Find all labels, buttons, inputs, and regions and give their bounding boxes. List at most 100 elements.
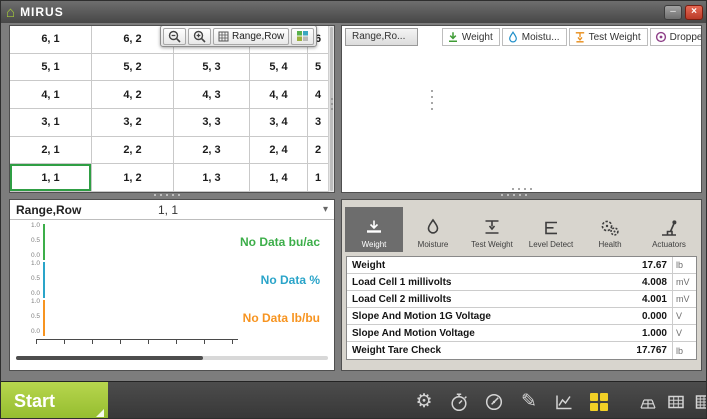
zoom-in-icon	[193, 30, 206, 43]
test-weight-layer-button[interactable]: Test Weight	[569, 28, 648, 46]
reading-label: Load Cell 2 millivolts	[347, 294, 642, 305]
y-axis	[43, 262, 45, 298]
left-splitter-grip[interactable]	[154, 194, 180, 196]
moisture-mini-chart: 1.00.50.0 No Data %	[10, 261, 334, 299]
grid-cell[interactable]: 6, 1	[10, 26, 92, 54]
chevron-down-icon[interactable]: ▾	[323, 204, 328, 215]
tab-level-detect[interactable]: Level Detect	[522, 207, 580, 252]
grid-cell[interactable]: 3, 3	[174, 109, 250, 137]
y-axis-ticks: 1.00.50.0	[20, 299, 40, 335]
tab-test-weight[interactable]: Test Weight	[463, 207, 521, 252]
health-gears-icon	[599, 218, 621, 238]
grid-cell[interactable]: 2, 4	[250, 137, 308, 165]
compass-icon	[484, 392, 504, 412]
tab-weight[interactable]: Weight	[345, 207, 403, 252]
grid-cell-partial[interactable]: 2	[308, 137, 328, 165]
edit-button[interactable]: ✎	[518, 389, 540, 415]
grid-cell[interactable]: 4, 2	[92, 81, 174, 109]
grid-cell[interactable]: 3, 1	[10, 109, 92, 137]
weight-layer-label: Weight	[462, 32, 493, 43]
table-row: Weight Tare Check 17.767 lb	[347, 342, 696, 359]
start-button[interactable]: Start	[1, 382, 108, 419]
stopwatch-icon	[449, 391, 469, 413]
chart-horizontal-scrollbar[interactable]	[16, 356, 328, 360]
grid-cell[interactable]: 1, 2	[92, 164, 174, 192]
test-weight-layer-label: Test Weight	[589, 32, 641, 43]
map-layer-button[interactable]	[291, 28, 314, 45]
dropped-layer-button[interactable]: Dropped	[650, 28, 702, 46]
map-splitter-grip[interactable]	[431, 90, 433, 110]
grid-cell[interactable]: 2, 3	[174, 137, 250, 165]
dense-grid-icon	[694, 392, 707, 412]
grid-cell-partial[interactable]: 1	[308, 164, 328, 192]
table-row: Slope And Motion Voltage 1.000 V	[347, 325, 696, 342]
tab-health[interactable]: Health	[581, 207, 639, 252]
scrollbar-grip[interactable]	[330, 98, 334, 110]
mirus-window: ⌂ MIRUS – × 6, 1 6, 2 6 5, 1 5, 2 5, 3 5…	[0, 0, 707, 419]
grid-cell[interactable]: 2, 2	[92, 137, 174, 165]
grid-cell[interactable]: 3, 2	[92, 109, 174, 137]
tab-actuators[interactable]: Actuators	[640, 207, 698, 252]
home-icon: ⌂	[6, 5, 15, 20]
minimize-button[interactable]: –	[664, 5, 682, 20]
chart-button[interactable]	[553, 389, 575, 415]
grid-row: 4, 1 4, 2 4, 3 4, 4 4	[10, 81, 328, 109]
weight-download-icon	[363, 218, 385, 238]
pencil-icon: ✎	[521, 392, 537, 411]
toolbar-icons: ⚙ ✎	[413, 382, 707, 419]
grid-cell[interactable]: 2, 1	[10, 137, 92, 165]
zoom-out-button[interactable]	[163, 28, 186, 45]
grid-cell-partial[interactable]: 4	[308, 81, 328, 109]
grid-cell[interactable]: 4, 3	[174, 81, 250, 109]
close-button[interactable]: ×	[685, 5, 703, 20]
right-splitter-grip[interactable]	[501, 194, 527, 196]
grid-cell-partial[interactable]: 3	[308, 109, 328, 137]
yield-mini-chart: 1.00.50.0 No Data bu/ac	[10, 223, 334, 261]
table-view-button[interactable]	[665, 389, 687, 415]
grid-cell[interactable]: 3, 4	[250, 109, 308, 137]
chart-header: Range,Row 1, 1 ▾	[10, 200, 334, 220]
grid-cell-selected[interactable]: 1, 1	[10, 164, 92, 192]
reading-label: Slope And Motion Voltage	[347, 328, 642, 339]
reading-label: Load Cell 1 millivolts	[347, 277, 642, 288]
grid-3d-icon	[638, 392, 658, 412]
navigation-button[interactable]	[483, 389, 505, 415]
grid-vertical-scrollbar[interactable]	[328, 26, 334, 192]
map-view-button[interactable]	[588, 389, 610, 415]
grid-cell[interactable]: 4, 1	[10, 81, 92, 109]
tab-moisture[interactable]: Moisture	[404, 207, 462, 252]
timer-button[interactable]	[448, 389, 470, 415]
zoom-in-button[interactable]	[188, 28, 211, 45]
reading-unit: V	[672, 308, 696, 324]
table-row: Load Cell 1 millivolts 4.008 mV	[347, 274, 696, 291]
grid-cell[interactable]: 4, 4	[250, 81, 308, 109]
map-header: Range,Ro... Weight Moistu...	[342, 26, 701, 48]
reading-label: Slope And Motion 1G Voltage	[347, 311, 642, 322]
range-row-mode-button[interactable]: Range,Row	[213, 28, 289, 45]
reading-value: 17.767	[636, 345, 672, 356]
dense-grid-view-button[interactable]	[693, 389, 707, 415]
y-axis-ticks: 1.00.50.0	[20, 261, 40, 297]
grid-3d-view-button[interactable]	[637, 389, 659, 415]
weight-layer-button[interactable]: Weight	[442, 28, 500, 46]
reading-unit: mV	[672, 291, 696, 307]
grid-cell[interactable]: 5, 1	[10, 54, 92, 82]
grid-cell[interactable]: 1, 4	[250, 164, 308, 192]
grid-cell[interactable]: 1, 3	[174, 164, 250, 192]
settings-button[interactable]: ⚙	[413, 389, 435, 415]
grid-cell[interactable]: 5, 2	[92, 54, 174, 82]
grid-cell-partial[interactable]: 5	[308, 54, 328, 82]
moisture-drop-icon	[507, 31, 519, 43]
reading-value: 4.001	[642, 294, 672, 305]
map-bottom-grip[interactable]	[512, 188, 532, 190]
line-chart-icon	[554, 392, 574, 412]
reading-value: 0.000	[642, 311, 672, 322]
chart-title: Range,Row	[16, 203, 81, 217]
grid-cell[interactable]: 5, 4	[250, 54, 308, 82]
grid-cell[interactable]: 5, 3	[174, 54, 250, 82]
map-range-row-button[interactable]: Range,Ro...	[345, 28, 418, 46]
grid-row: 2, 1 2, 2 2, 3 2, 4 2	[10, 137, 328, 165]
scrollbar-thumb[interactable]	[16, 356, 203, 360]
weight-download-icon	[447, 31, 459, 43]
moisture-layer-button[interactable]: Moistu...	[502, 28, 567, 46]
